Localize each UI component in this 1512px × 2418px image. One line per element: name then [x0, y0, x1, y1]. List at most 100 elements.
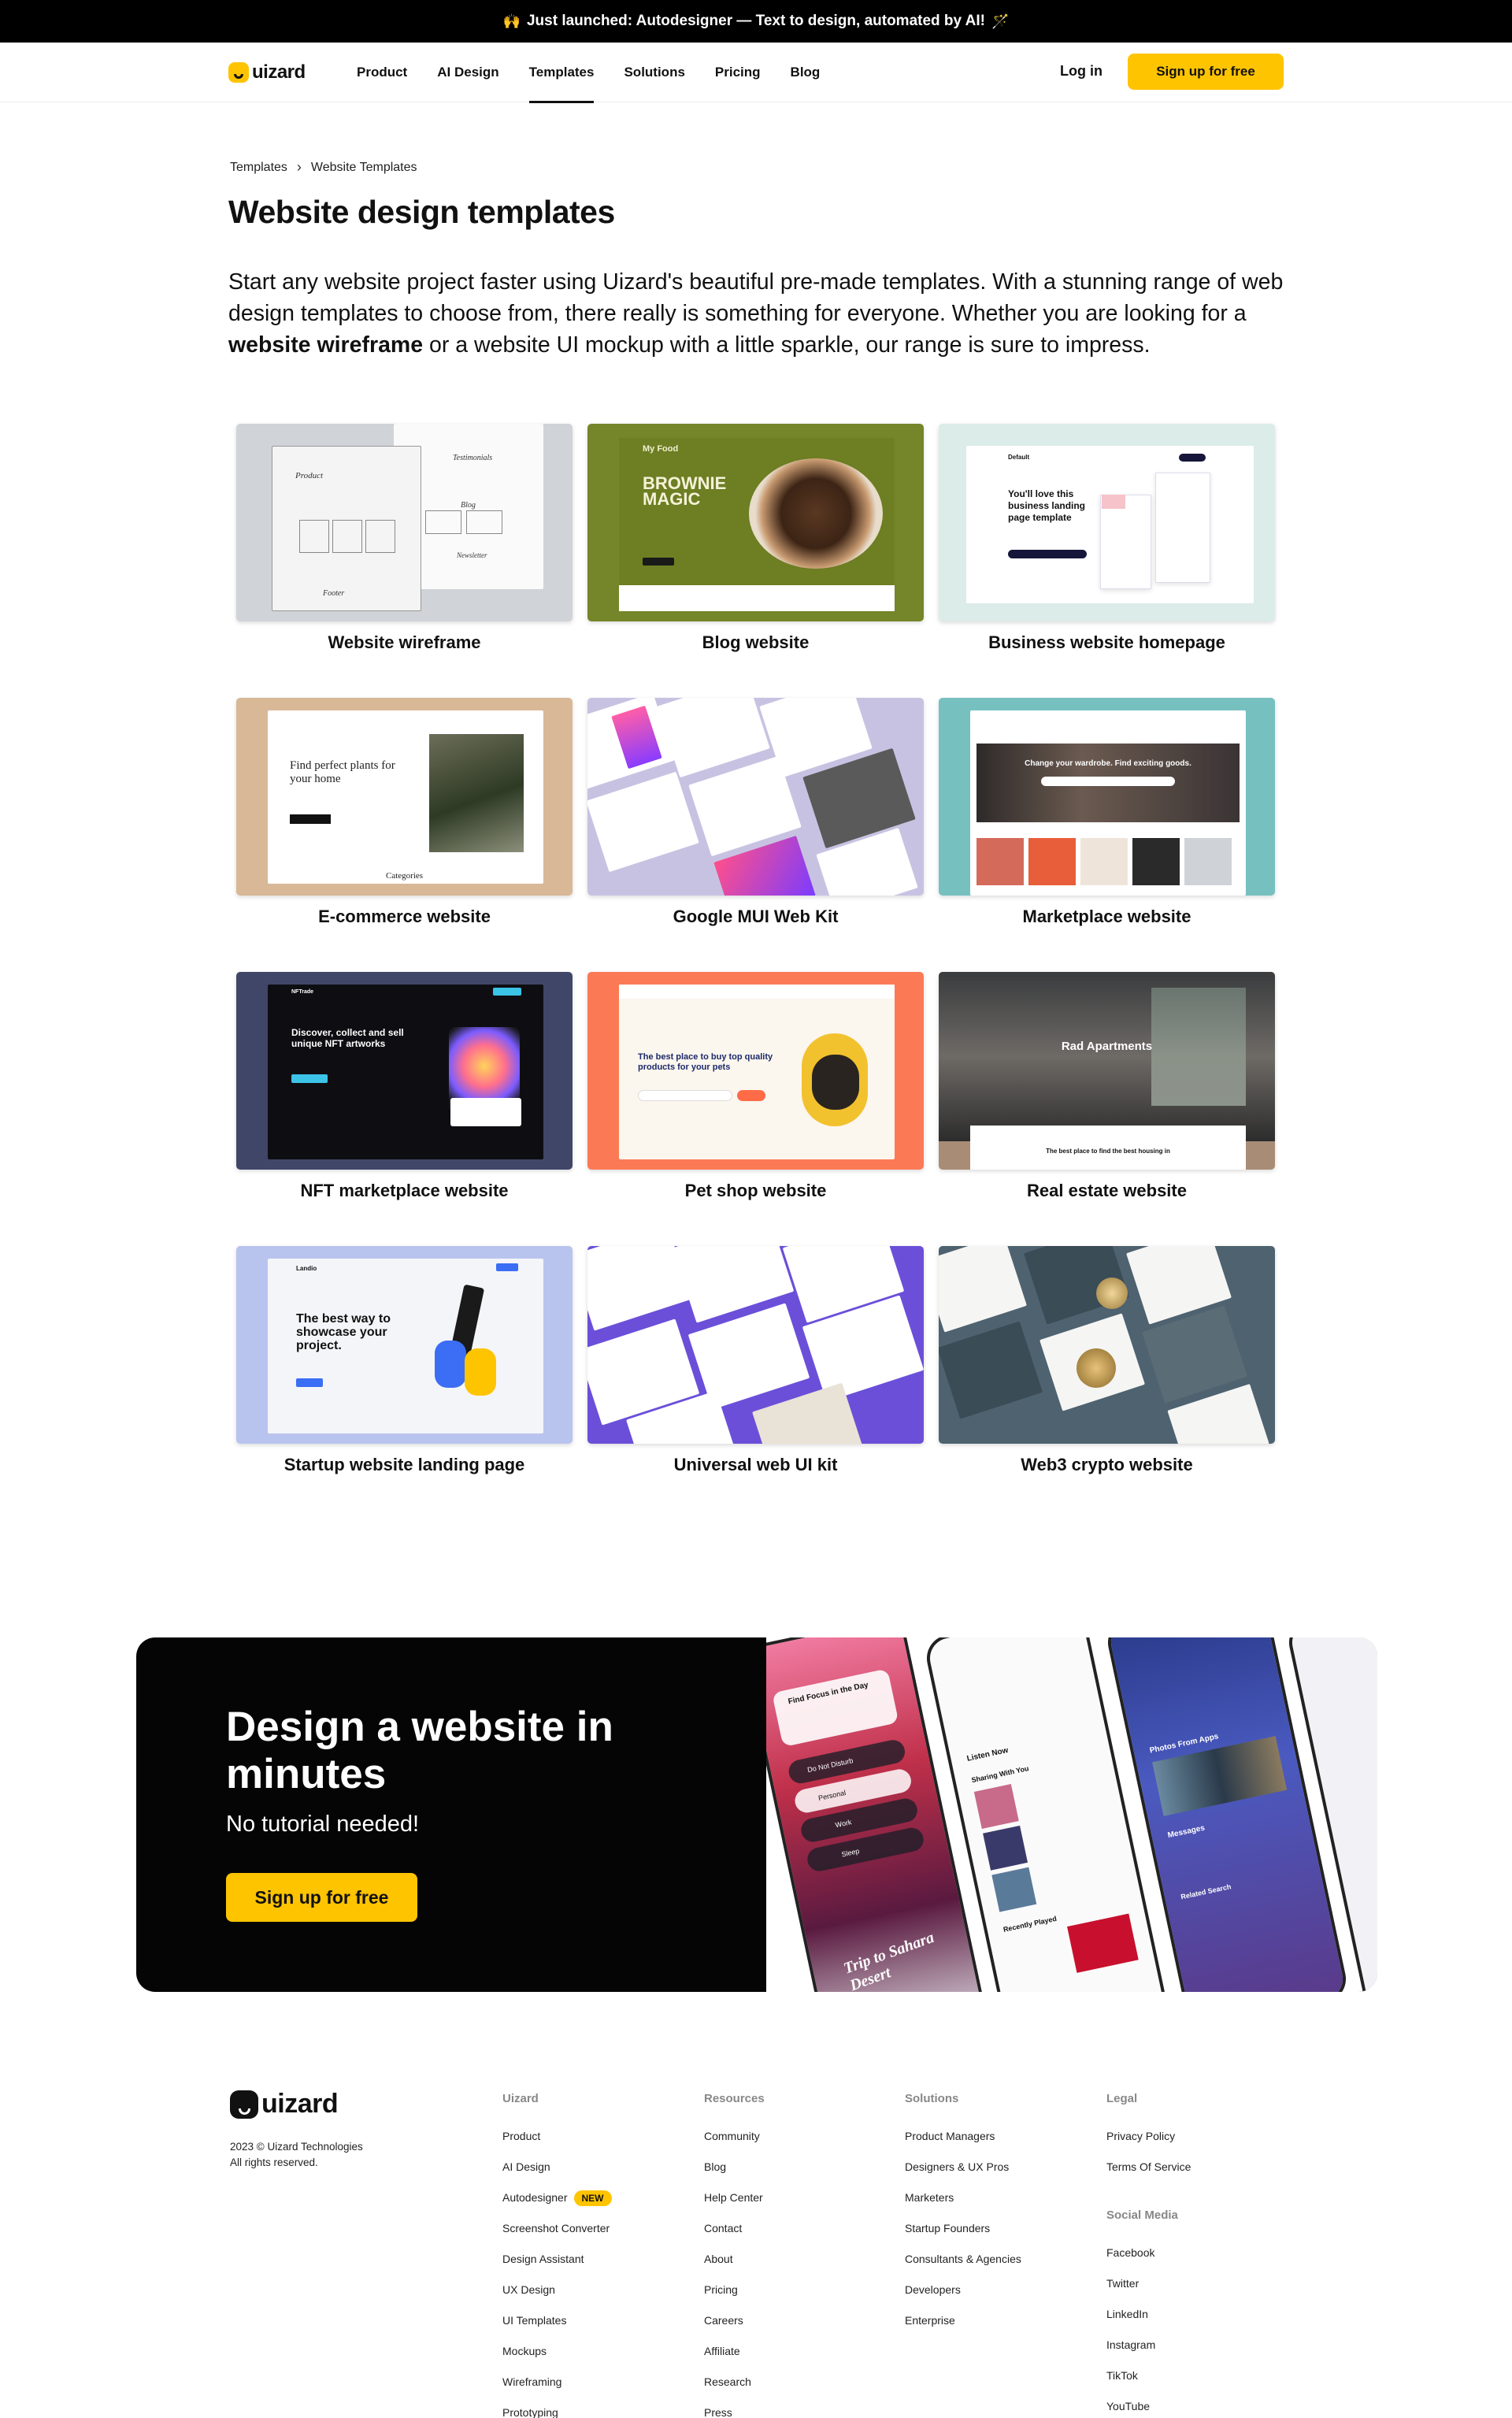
footer-col-resources: Resources Community Blog Help Center Con… — [704, 2092, 765, 2418]
signup-button[interactable]: Sign up for free — [1128, 54, 1284, 90]
footer-link-youtube[interactable]: YouTube — [1106, 2399, 1191, 2418]
footer-link-help-center[interactable]: Help Center — [704, 2190, 765, 2221]
template-thumbnail — [587, 1246, 924, 1444]
footer-link-screenshot-converter[interactable]: Screenshot Converter — [502, 2221, 612, 2252]
footer-link-marketers[interactable]: Marketers — [905, 2190, 1021, 2221]
uizard-logo-icon — [228, 62, 249, 83]
announcement-bar[interactable]: 🙌 Just launched: Autodesigner — Text to … — [0, 0, 1512, 43]
footer-link-consultants-agencies[interactable]: Consultants & Agencies — [905, 2252, 1021, 2283]
nav-link-solutions[interactable]: Solutions — [609, 43, 699, 102]
nav-link-pricing[interactable]: Pricing — [700, 43, 776, 102]
footer-link-affiliate[interactable]: Affiliate — [704, 2344, 765, 2375]
template-thumbnail: Change your wardrobe. Find exciting good… — [939, 698, 1275, 896]
footer-link-facebook[interactable]: Facebook — [1106, 2246, 1191, 2276]
footer-link-label: UI Templates — [502, 2314, 567, 2327]
footer-link-pricing[interactable]: Pricing — [704, 2283, 765, 2313]
template-card-nft-marketplace-website[interactable]: NFTrade Discover, collect and sell uniqu… — [236, 972, 573, 1246]
breadcrumb-templates[interactable]: Templates — [230, 161, 287, 175]
announcement-text[interactable]: Just launched: Autodesigner — Text to de… — [527, 13, 985, 30]
brand-name: uizard — [252, 61, 306, 83]
pet-thumb-headline: The best place to buy top quality produc… — [638, 1052, 773, 1072]
nav-link-product[interactable]: Product — [342, 43, 422, 102]
copyright-line-1: 2023 © Uizard Technologies — [230, 2141, 363, 2153]
footer-link-blog[interactable]: Blog — [704, 2160, 765, 2190]
footer-link-prototyping[interactable]: Prototyping — [502, 2405, 612, 2418]
template-card-universal-web-ui-kit[interactable]: Universal web UI kit — [587, 1246, 924, 1520]
footer-link-research[interactable]: Research — [704, 2375, 765, 2405]
realestate-thumb-sub: The best place to find the best housing … — [1046, 1148, 1170, 1155]
nav-links: Product AI Design Templates Solutions Pr… — [342, 43, 836, 103]
footer-heading: Legal — [1106, 2092, 1138, 2105]
footer-link-community[interactable]: Community — [704, 2129, 765, 2160]
footer-link-developers[interactable]: Developers — [905, 2283, 1021, 2313]
footer-link-press[interactable]: Press — [704, 2405, 765, 2418]
footer-link-designers-ux-pros[interactable]: Designers & UX Pros — [905, 2160, 1021, 2190]
footer-link-product-managers[interactable]: Product Managers — [905, 2129, 1021, 2160]
cta-signup-button[interactable]: Sign up for free — [226, 1873, 417, 1922]
footer-logo[interactable]: uizard — [230, 2089, 339, 2119]
footer-link-ux-design[interactable]: UX Design — [502, 2283, 612, 2313]
footer-link-ai-design[interactable]: AI Design — [502, 2160, 612, 2190]
nav-link-templates[interactable]: Templates — [514, 43, 610, 103]
magic-wand-emoji: 🪄 — [991, 13, 1010, 29]
footer-link-linkedin[interactable]: LinkedIn — [1106, 2307, 1191, 2338]
breadcrumb-website-templates[interactable]: Website Templates — [311, 161, 417, 175]
cta-banner: Design a website in minutes No tutorial … — [136, 1637, 1377, 1992]
template-label: Google MUI Web Kit — [673, 907, 839, 926]
footer-link-terms-of-service[interactable]: Terms Of Service — [1106, 2160, 1191, 2190]
template-card-business-website-homepage[interactable]: Default You'll love this business landin… — [939, 424, 1275, 698]
template-card-google-mui-web-kit[interactable]: Google MUI Web Kit — [587, 698, 924, 972]
template-card-marketplace-website[interactable]: Change your wardrobe. Find exciting good… — [939, 698, 1275, 972]
footer-link-instagram[interactable]: Instagram — [1106, 2338, 1191, 2368]
wire-newsletter-text: Newsletter — [457, 551, 487, 559]
nft-thumb-brand: NFTrade — [291, 989, 314, 995]
intro-link-website-wireframe[interactable]: website wireframe — [228, 332, 423, 358]
footer-link-startup-founders[interactable]: Startup Founders — [905, 2221, 1021, 2252]
template-thumbnail: My Food BROWNIE MAGIC — [587, 424, 924, 621]
template-card-web3-crypto-website[interactable]: Web3 crypto website — [939, 1246, 1275, 1520]
footer-link-product[interactable]: Product — [502, 2129, 612, 2160]
art-listen-text: Listen Now — [965, 1745, 1010, 1763]
nav-link-ai-design[interactable]: AI Design — [422, 43, 513, 102]
footer-link-careers[interactable]: Careers — [704, 2313, 765, 2344]
footer-link-wireframing[interactable]: Wireframing — [502, 2375, 612, 2405]
footer-heading: Resources — [704, 2092, 765, 2105]
footer-link-contact[interactable]: Contact — [704, 2221, 765, 2252]
footer-link-tiktok[interactable]: TikTok — [1106, 2368, 1191, 2399]
ecom-thumb-categories: Categories — [386, 871, 424, 881]
template-card-website-wireframe[interactable]: Product Testimonials Blog Newsletter Foo… — [236, 424, 573, 698]
footer-link-ui-templates[interactable]: UI Templates — [502, 2313, 612, 2344]
footer-link-enterprise[interactable]: Enterprise — [905, 2313, 1021, 2344]
art-messages-text: Messages — [1166, 1823, 1206, 1841]
footer-link-label: UX Design — [502, 2283, 555, 2296]
footer-link-mockups[interactable]: Mockups — [502, 2344, 612, 2375]
template-thumbnail: Product Testimonials Blog Newsletter Foo… — [236, 424, 573, 621]
brand-logo[interactable]: uizard — [228, 61, 306, 83]
wire-footer-text: Footer — [323, 589, 345, 598]
startup-thumb-headline: The best way to showcase your project. — [296, 1312, 391, 1352]
cta-subtitle: No tutorial needed! — [226, 1812, 420, 1837]
nav-link-blog[interactable]: Blog — [776, 43, 836, 102]
template-card-real-estate-website[interactable]: Rad Apartments The best place to find th… — [939, 972, 1275, 1246]
footer-link-privacy-policy[interactable]: Privacy Policy — [1106, 2129, 1191, 2160]
template-card-blog-website[interactable]: My Food BROWNIE MAGIC Blog website — [587, 424, 924, 698]
template-card-e-commerce-website[interactable]: Find perfect plants for your home Catego… — [236, 698, 573, 972]
biz-thumb-headline: You'll love this business landing page t… — [1008, 488, 1086, 523]
template-label: Website wireframe — [328, 632, 481, 652]
template-card-startup-website-landing-page[interactable]: Landio The best way to showcase your pro… — [236, 1246, 573, 1520]
template-card-pet-shop-website[interactable]: The best place to buy top quality produc… — [587, 972, 924, 1246]
footer-link-twitter[interactable]: Twitter — [1106, 2276, 1191, 2307]
main-nav: uizard Product AI Design Templates Solut… — [0, 43, 1512, 103]
footer-copyright: 2023 © Uizard Technologies All rights re… — [230, 2139, 363, 2171]
art-related-text: Related Search — [1180, 1882, 1232, 1901]
footer-col-legal: Legal Privacy Policy Terms Of Service So… — [1106, 2092, 1191, 2418]
login-link[interactable]: Log in — [1060, 63, 1102, 80]
template-label: Marketplace website — [1022, 907, 1191, 926]
footer-link-autodesigner[interactable]: Autodesigner NEW — [502, 2190, 612, 2221]
blog-thumb-headline: BROWNIE MAGIC — [643, 473, 727, 509]
footer-link-about[interactable]: About — [704, 2252, 765, 2283]
template-label: Real estate website — [1027, 1181, 1187, 1200]
footer-link-design-assistant[interactable]: Design Assistant — [502, 2252, 612, 2283]
footer-heading: Uizard — [502, 2092, 539, 2105]
template-thumbnail — [939, 1246, 1275, 1444]
